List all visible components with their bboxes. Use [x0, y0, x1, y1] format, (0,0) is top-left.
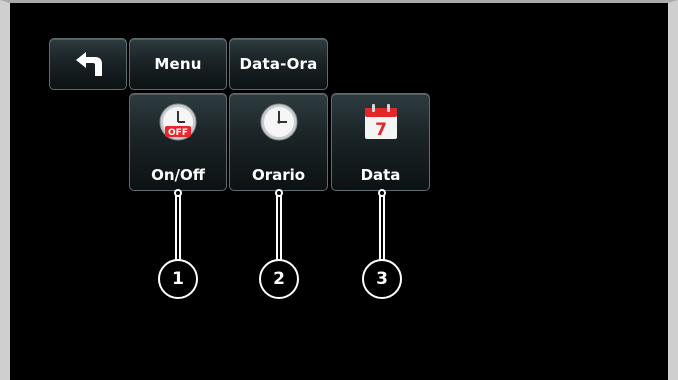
data-label: Data [360, 166, 401, 184]
orario-label: Orario [251, 166, 306, 184]
clock-icon [260, 103, 297, 141]
menu-label: Menu [154, 55, 202, 73]
data-button[interactable]: 7 Data [331, 93, 430, 191]
callout-2: 2 [259, 259, 299, 299]
calendar-icon: 7 [364, 104, 397, 140]
on-off-button[interactable]: OFF On/Off [129, 93, 227, 191]
menu-button[interactable]: Menu [129, 38, 227, 90]
orario-button[interactable]: Orario [229, 93, 328, 191]
on-off-label: On/Off [151, 166, 205, 184]
callout-leader-3 [379, 196, 385, 260]
callout-leader-1 [175, 196, 181, 260]
clock-off-icon: OFF [159, 103, 197, 141]
callout-3: 3 [362, 259, 402, 299]
breadcrumb-data-ora[interactable]: Data-Ora [229, 38, 328, 90]
callout-1: 1 [158, 259, 198, 299]
callout-leader-2 [276, 196, 282, 260]
calendar-day: 7 [375, 120, 387, 140]
back-button[interactable] [49, 38, 127, 90]
off-badge: OFF [168, 128, 188, 138]
breadcrumb-label: Data-Ora [239, 55, 318, 73]
back-arrow-icon [76, 52, 102, 76]
